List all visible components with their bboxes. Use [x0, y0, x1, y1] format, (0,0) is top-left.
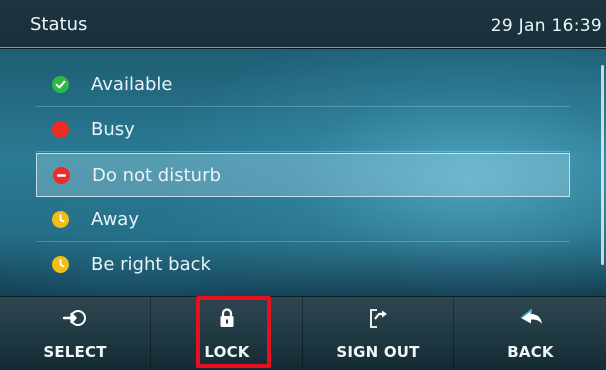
- status-label: Available: [91, 74, 173, 95]
- phone-screen: Status 29 Jan 16:39 Available Busy Do no…: [0, 0, 606, 370]
- select-button[interactable]: SELECT: [0, 297, 151, 370]
- status-header: Status 29 Jan 16:39: [0, 0, 606, 48]
- sign-out-button[interactable]: SIGN OUT: [303, 297, 454, 370]
- lock-button[interactable]: LOCK: [152, 297, 303, 370]
- lock-icon: [214, 307, 240, 329]
- status-label: Busy: [91, 119, 135, 140]
- back-button[interactable]: BACK: [455, 297, 606, 370]
- check-circle-icon: [52, 76, 69, 93]
- clock-circle-icon: [52, 211, 69, 228]
- scrollbar[interactable]: [601, 65, 604, 265]
- status-label: Be right back: [91, 254, 211, 275]
- lock-label: LOCK: [204, 343, 250, 361]
- select-arrow-icon: [62, 307, 88, 329]
- status-item-do-not-disturb[interactable]: Do not disturb: [36, 153, 570, 197]
- date-time: 29 Jan 16:39: [490, 16, 602, 36]
- status-item-available[interactable]: Available: [36, 63, 570, 107]
- page-title: Status: [30, 14, 88, 35]
- red-circle-icon: [52, 121, 69, 138]
- status-label: Do not disturb: [92, 165, 221, 186]
- softkey-bar: SELECT LOCK SIGN OUT BACK: [0, 296, 606, 370]
- status-item-busy[interactable]: Busy: [36, 108, 570, 152]
- select-label: SELECT: [43, 343, 107, 361]
- minus-circle-icon: [53, 167, 70, 184]
- clock-circle-icon: [52, 256, 69, 273]
- back-label: BACK: [507, 343, 554, 361]
- status-item-be-right-back[interactable]: Be right back: [36, 243, 570, 287]
- status-label: Away: [91, 209, 139, 230]
- back-arrow-icon: [518, 307, 544, 329]
- sign-out-label: SIGN OUT: [336, 343, 420, 361]
- status-item-away[interactable]: Away: [36, 198, 570, 242]
- status-panel: Available Busy Do not disturb Away Be ri…: [0, 49, 606, 296]
- sign-out-icon: [365, 307, 391, 329]
